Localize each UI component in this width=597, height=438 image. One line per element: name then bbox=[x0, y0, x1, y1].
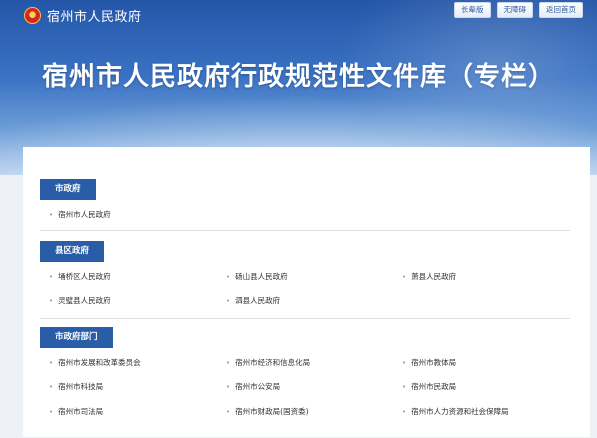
accessibility-button[interactable]: 无障碍 bbox=[496, 2, 533, 18]
page-title: 宿州市人民政府行政规范性文件库（专栏） bbox=[41, 62, 555, 92]
list-item[interactable]: 宿州市公安局 bbox=[226, 381, 280, 392]
section-city-government: 市政府 宿州市人民政府 bbox=[40, 176, 570, 231]
divider bbox=[40, 230, 570, 231]
home-button[interactable]: 返回首页 bbox=[539, 2, 583, 18]
list-item[interactable]: 宿州市人力资源和社会保障局 bbox=[402, 406, 509, 417]
list-item[interactable]: 埇桥区人民政府 bbox=[49, 271, 111, 282]
list-item[interactable]: 砀山县人民政府 bbox=[226, 271, 288, 282]
list-item[interactable]: 宿州市经济和信息化局 bbox=[226, 357, 310, 368]
site-logo[interactable]: 宿州市人民政府 bbox=[24, 6, 142, 25]
section-title: 市政府部门 bbox=[40, 327, 113, 348]
list-item[interactable]: 宿州市人民政府 bbox=[49, 209, 111, 220]
list-item[interactable]: 灵璧县人民政府 bbox=[49, 295, 111, 306]
list-item[interactable]: 萧县人民政府 bbox=[402, 271, 456, 282]
list-item[interactable]: 宿州市发展和改革委员会 bbox=[49, 357, 141, 368]
content-panel: 市政府 宿州市人民政府 县区政府 埇桥区人民政府 砀山县人民政府 萧县人民政府 … bbox=[23, 147, 590, 437]
section-title: 县区政府 bbox=[40, 241, 105, 262]
section-city-departments: 市政府部门 宿州市发展和改革委员会 宿州市经济和信息化局 宿州市教体局 宿州市科… bbox=[40, 324, 570, 438]
list-item[interactable]: 宿州市科技局 bbox=[49, 381, 103, 392]
list-item[interactable]: 宿州市财政局(国资委) bbox=[226, 406, 308, 417]
list-item[interactable]: 宿州市教体局 bbox=[402, 357, 456, 368]
site-name: 宿州市人民政府 bbox=[47, 9, 142, 25]
list-item[interactable]: 宿州市司法局 bbox=[49, 406, 103, 417]
national-emblem-icon bbox=[24, 6, 41, 24]
list-item[interactable]: 宿州市民政局 bbox=[402, 381, 456, 392]
elder-mode-button[interactable]: 长辈版 bbox=[454, 2, 491, 18]
section-title: 市政府 bbox=[40, 179, 96, 200]
top-toolbar: 长辈版 无障碍 返回首页 bbox=[454, 2, 583, 18]
divider bbox=[40, 318, 570, 319]
section-county-government: 县区政府 埇桥区人民政府 砀山县人民政府 萧县人民政府 灵璧县人民政府 泗县人民… bbox=[40, 238, 570, 319]
list-item[interactable]: 泗县人民政府 bbox=[226, 295, 280, 306]
